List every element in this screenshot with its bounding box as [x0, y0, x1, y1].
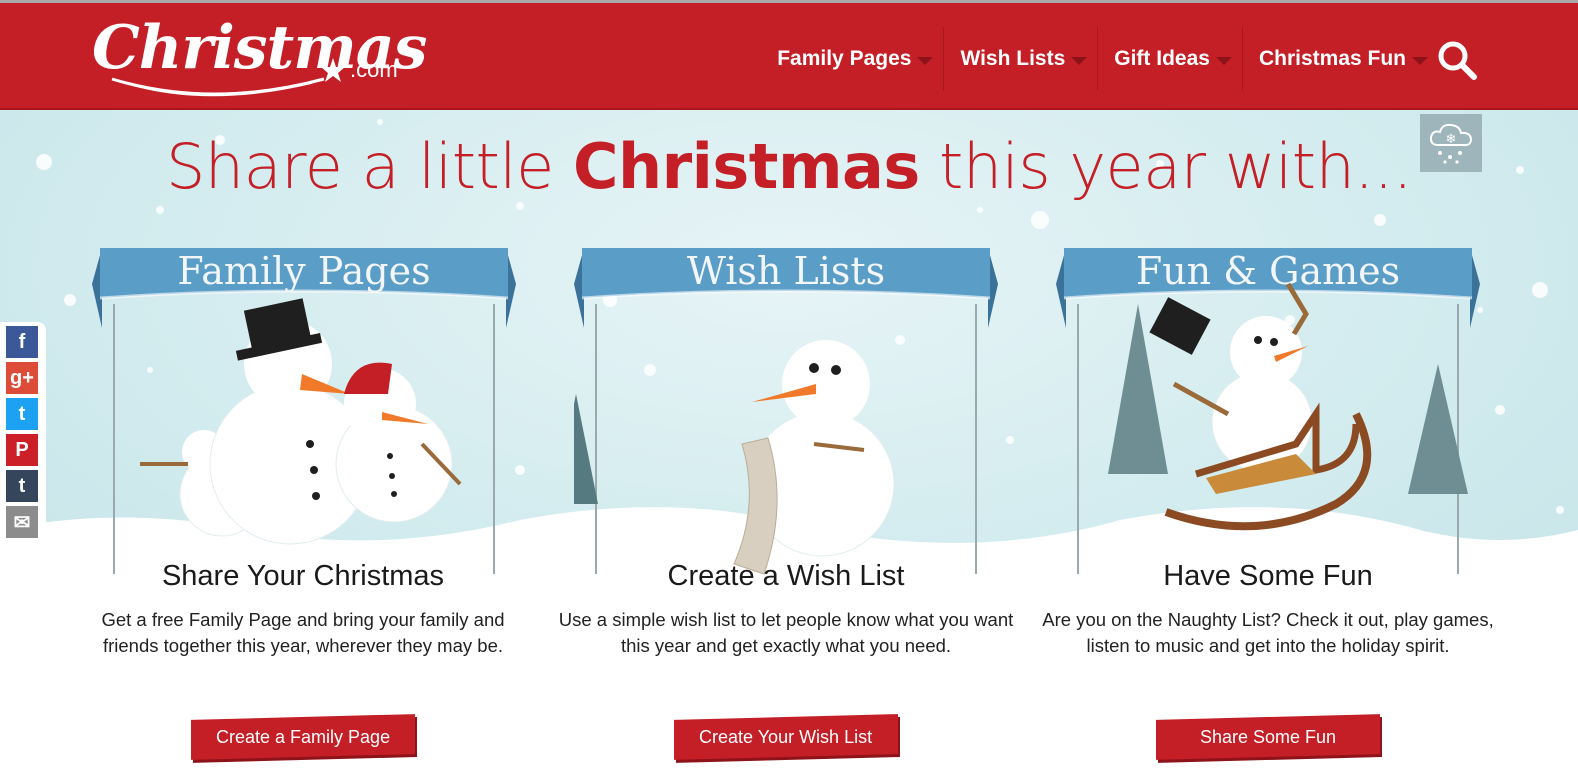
logo-suffix: .com: [350, 57, 398, 82]
site-header: Christmas .com Family Pages Wish Lists G…: [0, 0, 1578, 110]
card-family-pages: Share Your Christmas Get a free Family P…: [73, 560, 533, 760]
social-share-bar: f g+ t P t ✉: [0, 322, 46, 550]
chevron-down-icon: [1071, 57, 1088, 65]
search-icon[interactable]: [1436, 39, 1478, 81]
svg-text:❄: ❄: [1446, 132, 1457, 147]
headline-emphasis: Christmas: [572, 130, 920, 203]
snow-toggle-button[interactable]: ❄: [1420, 114, 1482, 172]
card-title: Share Your Christmas: [161, 560, 445, 592]
snowman-family-icon: [140, 298, 462, 545]
chevron-down-icon: [1412, 57, 1428, 65]
logo-swoosh: [111, 77, 325, 97]
nav-gift-ideas[interactable]: Gift Ideas: [1098, 27, 1243, 91]
google-plus-icon[interactable]: g+: [6, 362, 38, 394]
main-nav: Family Pages Wish Lists Gift Ideas Chris…: [761, 27, 1438, 91]
headline-lead: Share a little: [165, 130, 573, 203]
nav-label: Family Pages: [777, 47, 912, 70]
banner-title: Family Pages: [177, 249, 430, 293]
headline-tail: this year with...: [919, 130, 1413, 203]
card-title: Have Some Fun: [1163, 560, 1373, 592]
pinterest-icon[interactable]: P: [6, 434, 38, 466]
share-some-fun-button[interactable]: Share Some Fun: [1156, 714, 1380, 760]
card-body: Get a free Family Page and bring your fa…: [101, 609, 505, 656]
chevron-down-icon: [917, 57, 934, 65]
tumblr-icon[interactable]: t: [6, 470, 38, 502]
create-wish-list-button[interactable]: Create Your Wish List: [674, 714, 898, 760]
card-wish-lists: Create a Wish List Use a simple wish lis…: [556, 560, 1016, 760]
chevron-down-icon: [1215, 57, 1232, 65]
card-fun-games: Have Some Fun Are you on the Naughty Lis…: [1038, 560, 1498, 760]
snow-cloud-icon: ❄: [1429, 123, 1473, 164]
twitter-icon[interactable]: t: [6, 398, 38, 430]
banner-title: Fun & Games: [1136, 249, 1400, 293]
button-label: Create Your Wish List: [699, 727, 873, 747]
page-headline: Share a little Christmas this year with.…: [0, 130, 1578, 203]
button-label: Create a Family Page: [215, 727, 391, 748]
button-label: Share Some Fun: [1199, 727, 1337, 748]
nav-family-pages[interactable]: Family Pages: [761, 27, 945, 91]
snowman-wishlist-icon: [733, 340, 895, 575]
card-title: Create a Wish List: [667, 560, 905, 592]
nav-wish-lists[interactable]: Wish Lists: [944, 27, 1099, 91]
snowman-sled-icon: [1149, 282, 1372, 531]
banner-title: Wish Lists: [687, 249, 885, 293]
nav-label: Wish Lists: [960, 47, 1066, 70]
card-body: Are you on the Naughty List? Check it ou…: [1042, 609, 1494, 656]
nav-label: Gift Ideas: [1114, 47, 1210, 70]
site-logo[interactable]: Christmas .com: [92, 13, 427, 103]
nav-christmas-fun[interactable]: Christmas Fun: [1243, 27, 1438, 91]
nav-label: Christmas Fun: [1258, 47, 1406, 70]
facebook-icon[interactable]: f: [6, 326, 38, 358]
create-family-page-button[interactable]: Create a Family Page: [191, 714, 415, 760]
card-body: Use a simple wish list to let people kno…: [558, 609, 1014, 656]
email-icon[interactable]: ✉: [6, 506, 38, 538]
